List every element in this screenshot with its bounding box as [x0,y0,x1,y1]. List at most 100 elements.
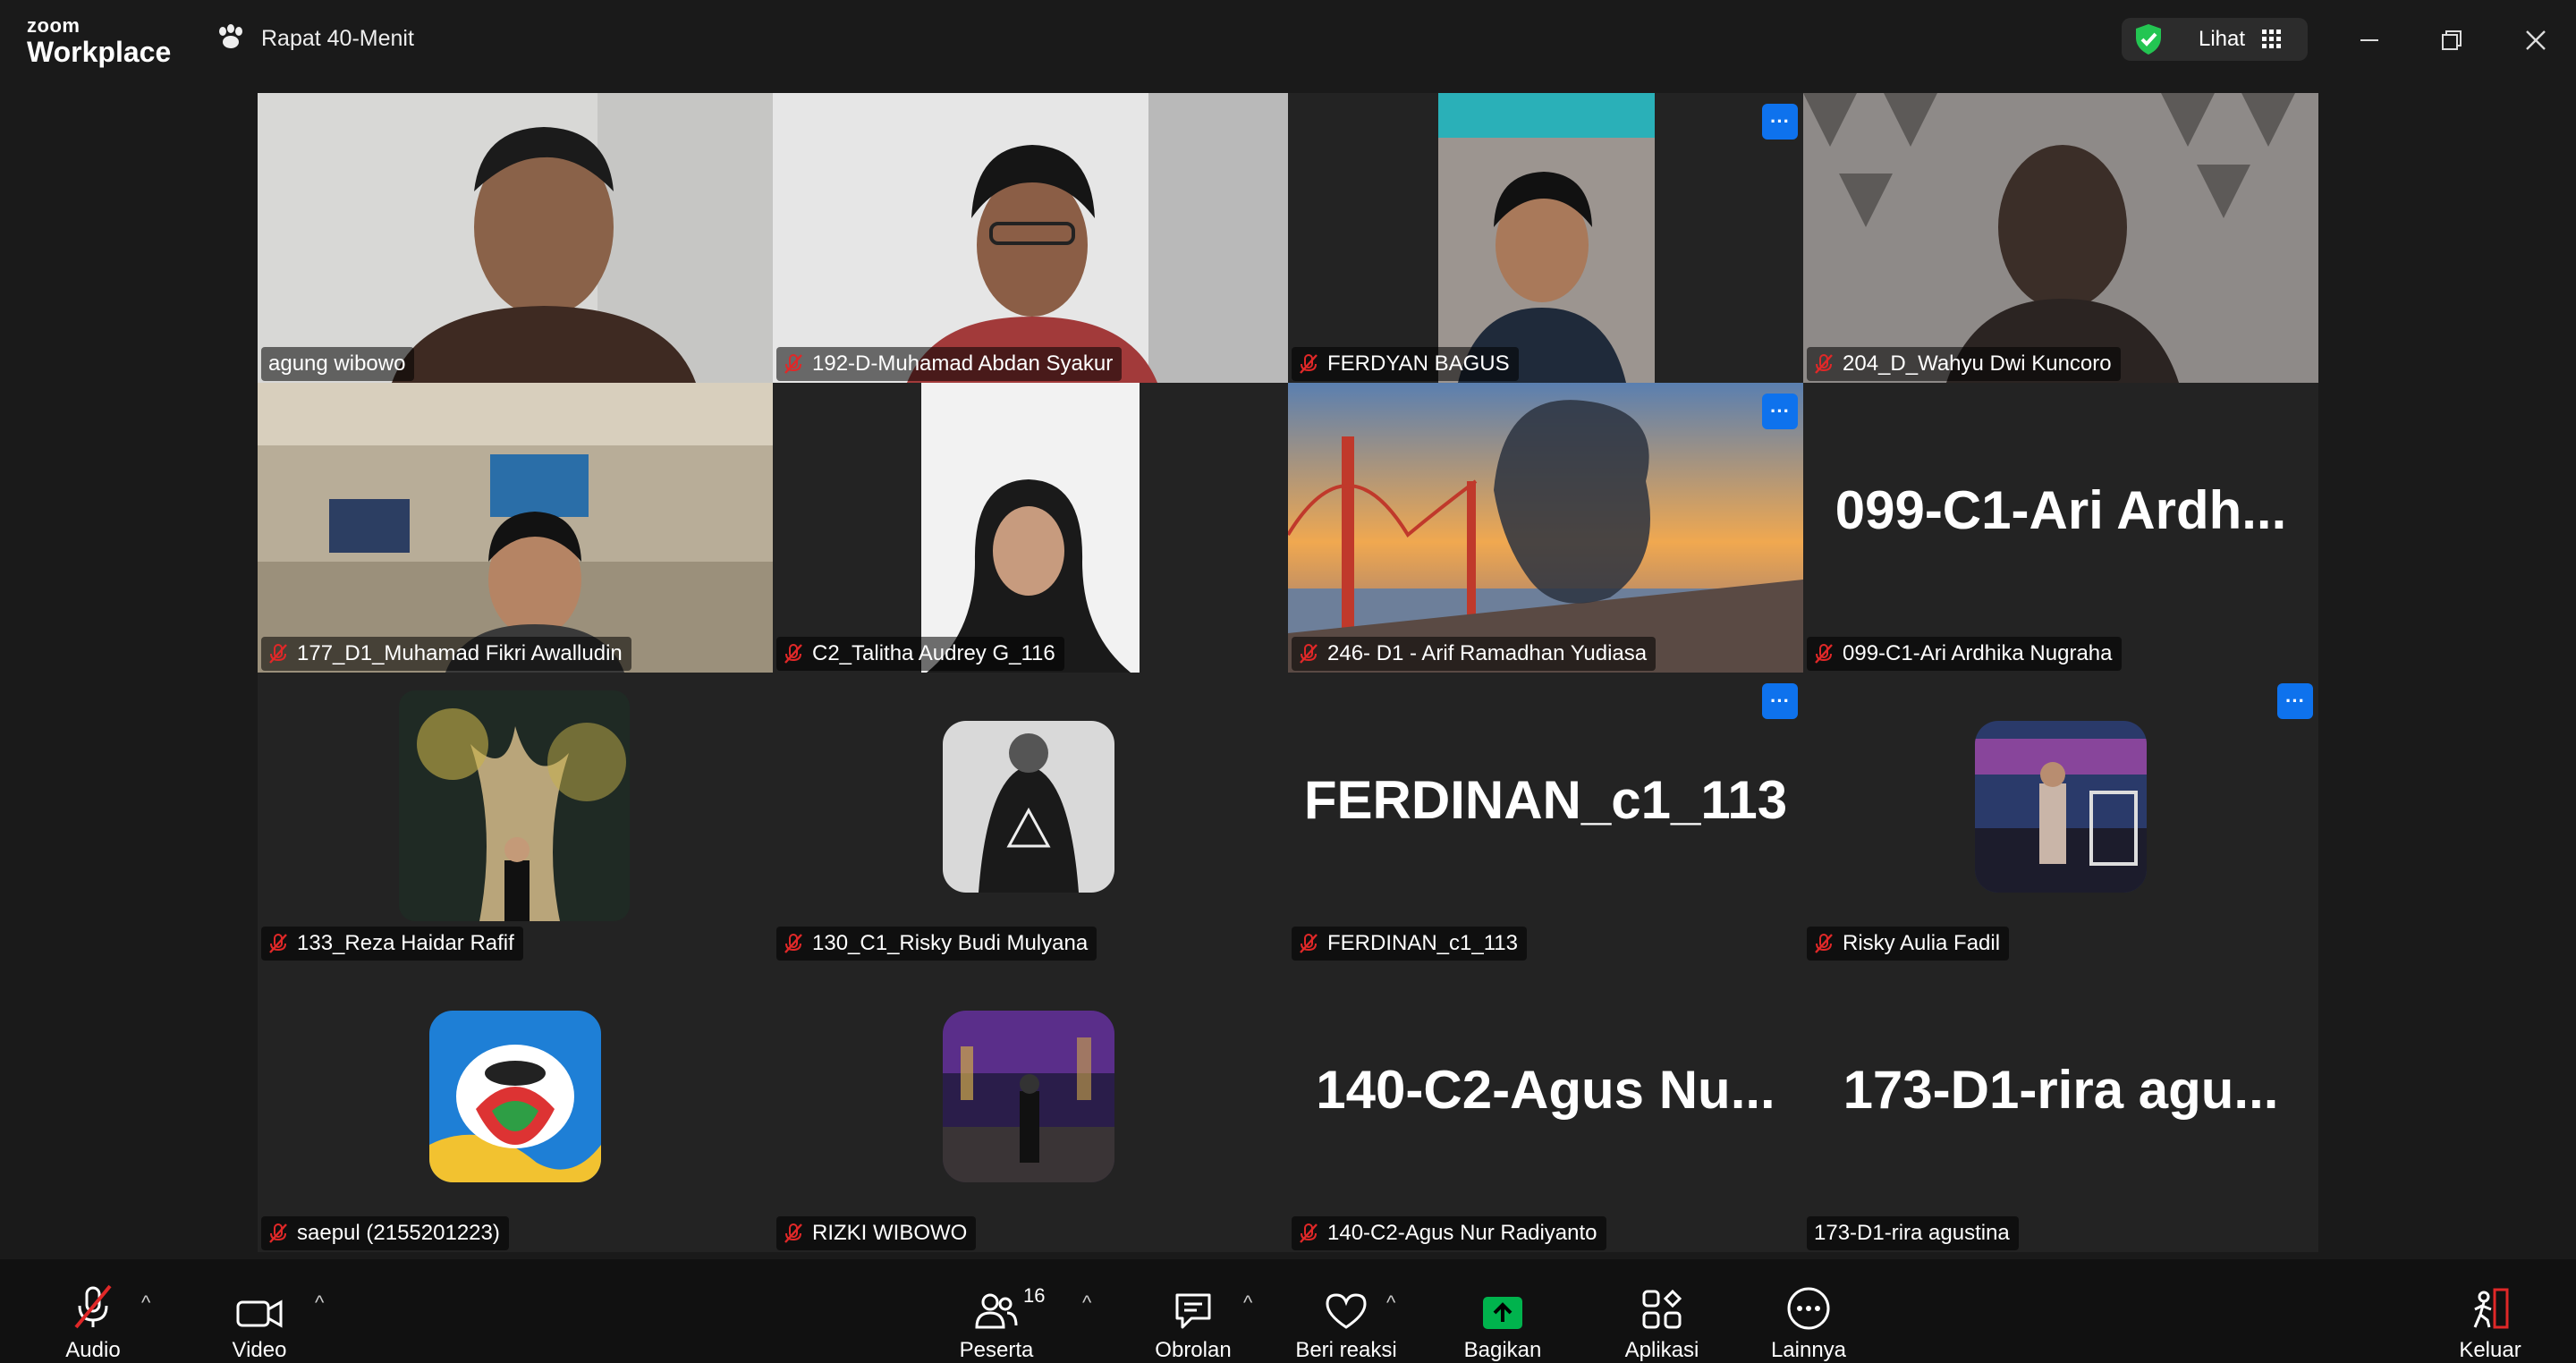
logo-bottom: Workplace [27,36,172,68]
people-icon [975,1274,1018,1331]
audio-label: Audio [65,1338,121,1362]
share-label: Bagikan [1463,1338,1542,1362]
gallery-view: agung wibowo 192-D-Muhamad Abdan Syakur … [258,93,2318,1252]
participant-name-tag: RIZKI WIBOWO [776,1216,977,1250]
participant-tile[interactable]: 099-C1-Ari Ardh... 099-C1-Ari Ardhika Nu… [1803,383,2318,673]
grid-icon [2261,29,2283,55]
restore-button[interactable] [2431,20,2472,61]
participant-name-tag: FERDYAN BAGUS [1292,347,1519,381]
video-feed [773,93,1288,383]
participant-tile[interactable]: 140-C2-Agus Nu... 140-C2-Agus Nur Radiya… [1288,962,1803,1252]
participant-tile[interactable]: agung wibowo [258,93,773,383]
minimize-icon [2360,39,2378,41]
leave-button[interactable]: Keluar [2445,1259,2535,1363]
chat-label: Obrolan [1155,1338,1232,1362]
mic-muted-icon [1814,933,1834,954]
participant-tile[interactable]: ··· Risky Aulia Fadil [1803,673,2318,962]
video-feed [258,383,773,673]
mic-muted-icon [1814,643,1834,665]
participant-tile[interactable]: 133_Reza Haidar Rafif [258,673,773,962]
avatar [429,1011,601,1182]
zoom-logo: zoom Workplace [27,14,172,68]
participant-tile[interactable]: 204_D_Wahyu Dwi Kuncoro [1803,93,2318,383]
mic-muted-icon [784,643,803,665]
mic-muted-icon [1299,643,1318,665]
participant-tile[interactable]: 173-D1-rira agu... 173-D1-rira agustina [1803,962,2318,1252]
video-label: Video [232,1338,287,1362]
view-button[interactable]: Lihat [2122,18,2308,61]
participant-tile[interactable]: ··· FERDYAN BAGUS [1288,93,1803,383]
video-options-caret[interactable]: ^ [315,1291,324,1315]
heart-icon [1324,1274,1368,1331]
participant-display-name: 099-C1-Ari Ardh... [1835,479,2287,540]
apps-button[interactable]: Aplikasi [1617,1259,1707,1363]
leave-label: Keluar [2459,1338,2521,1362]
participant-name-tag: 140-C2-Agus Nur Radiyanto [1292,1216,1606,1250]
chat-icon [1172,1274,1215,1331]
video-button[interactable]: Video [224,1259,295,1363]
mic-muted-icon [268,643,288,665]
leave-icon [2468,1274,2512,1331]
camera-icon [235,1274,284,1331]
participant-name-tag: 173-D1-rira agustina [1807,1216,2019,1250]
participant-name-tag: 133_Reza Haidar Rafif [261,927,523,961]
participant-name-tag: agung wibowo [261,347,415,381]
avatar [1975,721,2147,893]
more-options-button[interactable]: ··· [1762,394,1798,429]
meeting-info[interactable]: Rapat 40-Menit [216,23,414,55]
video-feed [921,383,1140,673]
participant-tile[interactable]: 192-D-Muhamad Abdan Syakur [773,93,1288,383]
more-label: Lainnya [1770,1338,1847,1362]
react-label: Beri reaksi [1295,1338,1397,1362]
mic-muted-icon [71,1274,115,1331]
mic-muted-icon [1814,353,1834,375]
video-feed [258,93,773,383]
participant-tile[interactable]: C2_Talitha Audrey G_116 [773,383,1288,673]
mic-muted-icon [268,1223,288,1244]
paw-icon [216,23,245,55]
shield-check-icon [2131,21,2166,62]
mic-muted-icon [784,933,803,954]
participant-tile[interactable]: RIZKI WIBOWO [773,962,1288,1252]
participant-tile[interactable]: FERDINAN_c1_113 ··· FERDINAN_c1_113 [1288,673,1803,962]
react-options-caret[interactable]: ^ [1386,1291,1395,1315]
participant-name-tag: 177_D1_Muhamad Fikri Awalludin [261,637,631,671]
participant-name-tag: saepul (2155201223) [261,1216,509,1250]
participants-button[interactable]: Peserta [952,1259,1041,1363]
close-button[interactable] [2515,20,2556,61]
participant-tile[interactable]: 177_D1_Muhamad Fikri Awalludin [258,383,773,673]
video-feed [1288,383,1803,673]
mic-muted-icon [268,933,288,954]
participant-name-tag: 130_C1_Risky Budi Mulyana [776,927,1097,961]
logo-top: zoom [27,14,80,37]
avatar [943,721,1114,893]
participant-tile[interactable]: ··· 246- D1 - Arif Ramadhan Yudiasa [1288,383,1803,673]
view-label: Lihat [2199,27,2246,51]
participant-tile[interactable]: saepul (2155201223) [258,962,773,1252]
more-options-button[interactable]: ··· [1762,683,1798,719]
avatar [943,1011,1114,1182]
share-button[interactable]: Bagikan [1458,1259,1547,1363]
minimize-button[interactable] [2349,20,2390,61]
restore-icon [2442,30,2462,50]
participant-display-name: FERDINAN_c1_113 [1303,769,1788,830]
audio-options-caret[interactable]: ^ [141,1291,150,1315]
avatar [399,690,630,921]
video-feed [1438,93,1655,383]
mic-muted-icon [784,1223,803,1244]
audio-button[interactable]: Audio [57,1259,129,1363]
participant-tile[interactable]: 130_C1_Risky Budi Mulyana [773,673,1288,962]
mic-muted-icon [1299,1223,1318,1244]
participants-label: Peserta [959,1338,1034,1362]
participant-name-tag: 192-D-Muhamad Abdan Syakur [776,347,1123,381]
participant-display-name: 173-D1-rira agu... [1843,1059,2279,1120]
chat-options-caret[interactable]: ^ [1243,1291,1252,1315]
more-options-button[interactable]: ··· [1762,104,1798,140]
chat-button[interactable]: Obrolan [1148,1259,1238,1363]
participants-options-caret[interactable]: ^ [1082,1291,1091,1315]
share-screen-icon [1481,1274,1524,1331]
more-button[interactable]: Lainnya [1764,1259,1853,1363]
participant-display-name: 140-C2-Agus Nu... [1316,1059,1775,1120]
more-options-button[interactable]: ··· [2277,683,2313,719]
mic-muted-icon [1299,353,1318,375]
